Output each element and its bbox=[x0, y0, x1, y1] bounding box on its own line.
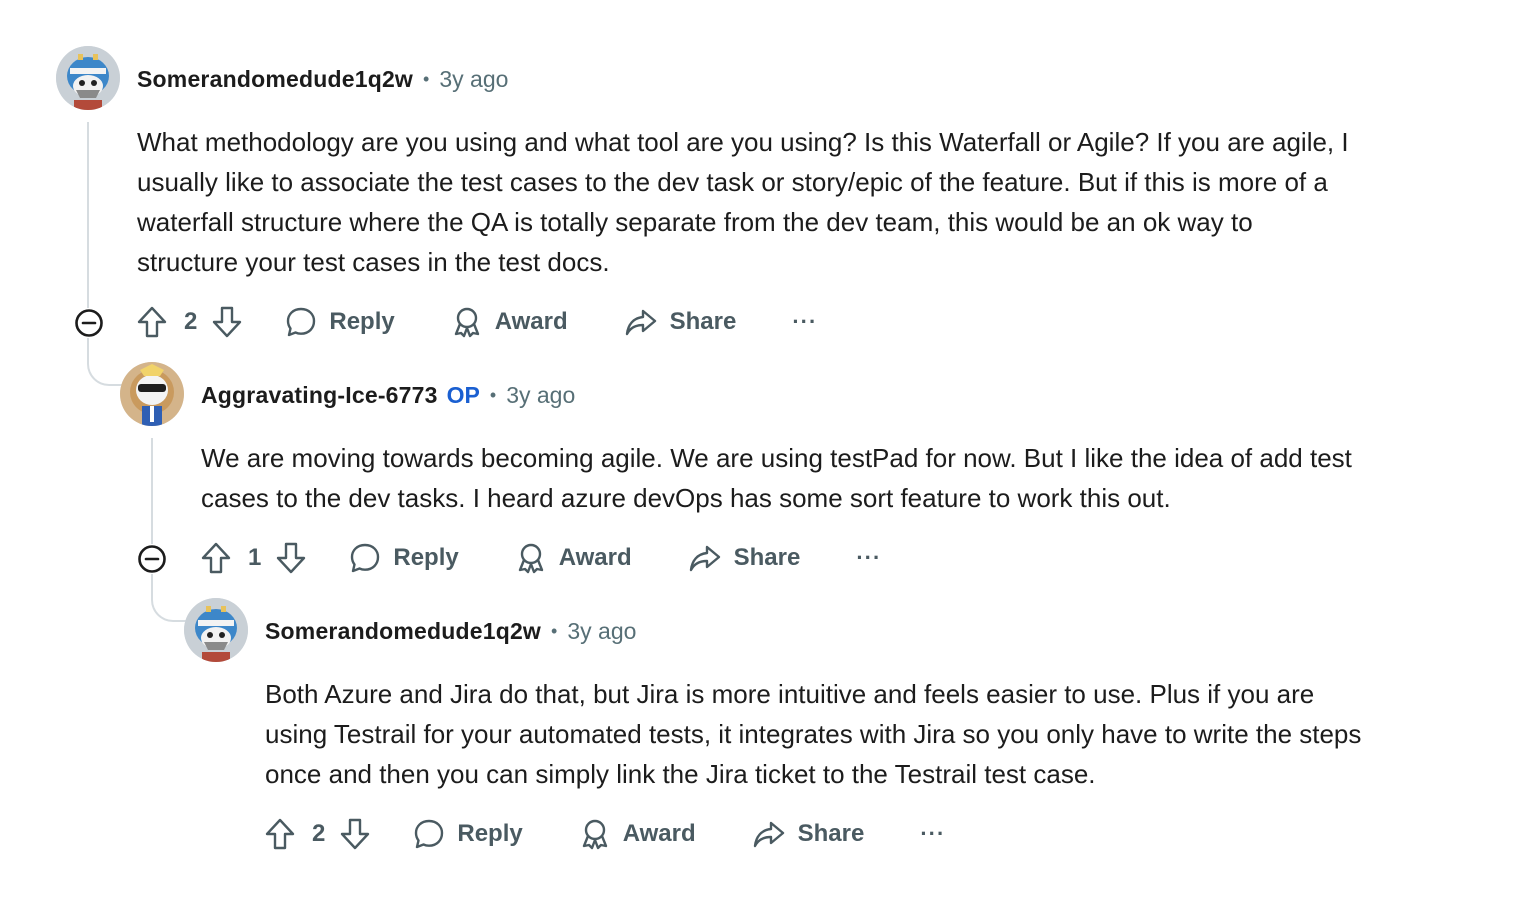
share-icon bbox=[753, 821, 784, 848]
award-icon bbox=[518, 543, 543, 574]
snoo-avatar-image bbox=[184, 598, 248, 662]
upvote-icon bbox=[137, 306, 167, 338]
reply-icon bbox=[351, 543, 380, 573]
upvote-button[interactable] bbox=[136, 305, 168, 339]
author-name[interactable]: Aggravating-Ice-6773 bbox=[201, 382, 438, 409]
downvote-button[interactable] bbox=[339, 817, 371, 851]
comment-body: We are moving towards becoming agile. We… bbox=[201, 443, 1352, 513]
comment-actions: 2 Reply Award Share ··· bbox=[136, 300, 817, 344]
reply-button[interactable]: Reply bbox=[285, 306, 395, 338]
reply-label: Reply bbox=[329, 308, 395, 335]
author-name[interactable]: Somerandomedude1q2w bbox=[265, 618, 541, 645]
reply-label: Reply bbox=[393, 544, 459, 571]
comment-body: Both Azure and Jira do that, but Jira is… bbox=[265, 679, 1362, 789]
award-button[interactable]: Award bbox=[515, 542, 632, 574]
vote-count: 1 bbox=[248, 544, 262, 571]
thread-line bbox=[87, 122, 89, 308]
share-label: Share bbox=[797, 820, 865, 847]
more-icon: ··· bbox=[920, 821, 946, 846]
op-badge: OP bbox=[446, 381, 480, 408]
share-icon bbox=[689, 545, 720, 572]
collapse-thread-button[interactable] bbox=[74, 308, 104, 338]
upvote-button[interactable] bbox=[200, 541, 232, 575]
separator-dot: • bbox=[489, 384, 497, 405]
downvote-icon bbox=[277, 542, 306, 574]
vote-count: 2 bbox=[184, 308, 198, 335]
award-label: Award bbox=[494, 308, 568, 335]
more-options-button[interactable]: ··· bbox=[856, 545, 881, 571]
avatar[interactable] bbox=[120, 362, 184, 426]
timestamp[interactable]: 3y ago bbox=[567, 618, 636, 645]
more-options-button[interactable]: ··· bbox=[792, 309, 817, 335]
more-options-button[interactable]: ··· bbox=[920, 821, 945, 847]
reply-button[interactable]: Reply bbox=[349, 542, 459, 574]
share-label: Share bbox=[733, 544, 801, 571]
vote-count: 2 bbox=[312, 820, 326, 847]
award-icon bbox=[454, 307, 479, 338]
thread-connector bbox=[87, 338, 123, 386]
downvote-icon bbox=[341, 818, 370, 850]
upvote-icon bbox=[265, 818, 295, 850]
share-label: Share bbox=[669, 308, 737, 335]
reply-icon bbox=[287, 307, 316, 337]
award-icon bbox=[582, 819, 607, 850]
collapse-thread-button[interactable] bbox=[137, 544, 167, 574]
collapse-icon bbox=[138, 545, 166, 573]
timestamp[interactable]: 3y ago bbox=[506, 382, 575, 409]
comment-actions: 2 Reply Award Share ··· bbox=[264, 812, 945, 856]
reply-label: Reply bbox=[457, 820, 523, 847]
comment-header: Aggravating-Ice-6773 OP • 3y ago bbox=[201, 379, 575, 411]
reply-button[interactable]: Reply bbox=[413, 818, 523, 850]
more-icon: ··· bbox=[792, 309, 818, 334]
downvote-button[interactable] bbox=[275, 541, 307, 575]
upvote-icon bbox=[201, 542, 231, 574]
separator-dot: • bbox=[423, 68, 430, 89]
share-icon bbox=[625, 309, 656, 336]
share-button[interactable]: Share bbox=[688, 542, 801, 574]
comment-header: Somerandomedude1q2w • 3y ago bbox=[265, 615, 636, 647]
share-button[interactable]: Share bbox=[624, 306, 737, 338]
thread-line bbox=[151, 438, 153, 544]
share-button[interactable]: Share bbox=[752, 818, 865, 850]
award-button[interactable]: Award bbox=[579, 818, 696, 850]
timestamp[interactable]: 3y ago bbox=[439, 66, 508, 93]
award-label: Award bbox=[622, 820, 696, 847]
comment-body: What methodology are you using and what … bbox=[137, 127, 1349, 277]
downvote-button[interactable] bbox=[211, 305, 243, 339]
snoo-avatar-image bbox=[120, 362, 184, 426]
award-label: Award bbox=[558, 544, 632, 571]
thread-connector bbox=[151, 574, 187, 622]
avatar[interactable] bbox=[184, 598, 248, 662]
downvote-icon bbox=[213, 306, 242, 338]
collapse-icon bbox=[75, 309, 103, 337]
reply-icon bbox=[415, 819, 444, 849]
more-icon: ··· bbox=[856, 545, 882, 570]
snoo-avatar-image bbox=[56, 46, 120, 110]
separator-dot: • bbox=[551, 620, 558, 641]
comment-actions: 1 Reply Award Share ··· bbox=[200, 536, 881, 580]
award-button[interactable]: Award bbox=[451, 306, 568, 338]
author-name[interactable]: Somerandomedude1q2w bbox=[137, 66, 413, 93]
avatar[interactable] bbox=[56, 46, 120, 110]
upvote-button[interactable] bbox=[264, 817, 296, 851]
comment-header: Somerandomedude1q2w • 3y ago bbox=[137, 63, 508, 95]
